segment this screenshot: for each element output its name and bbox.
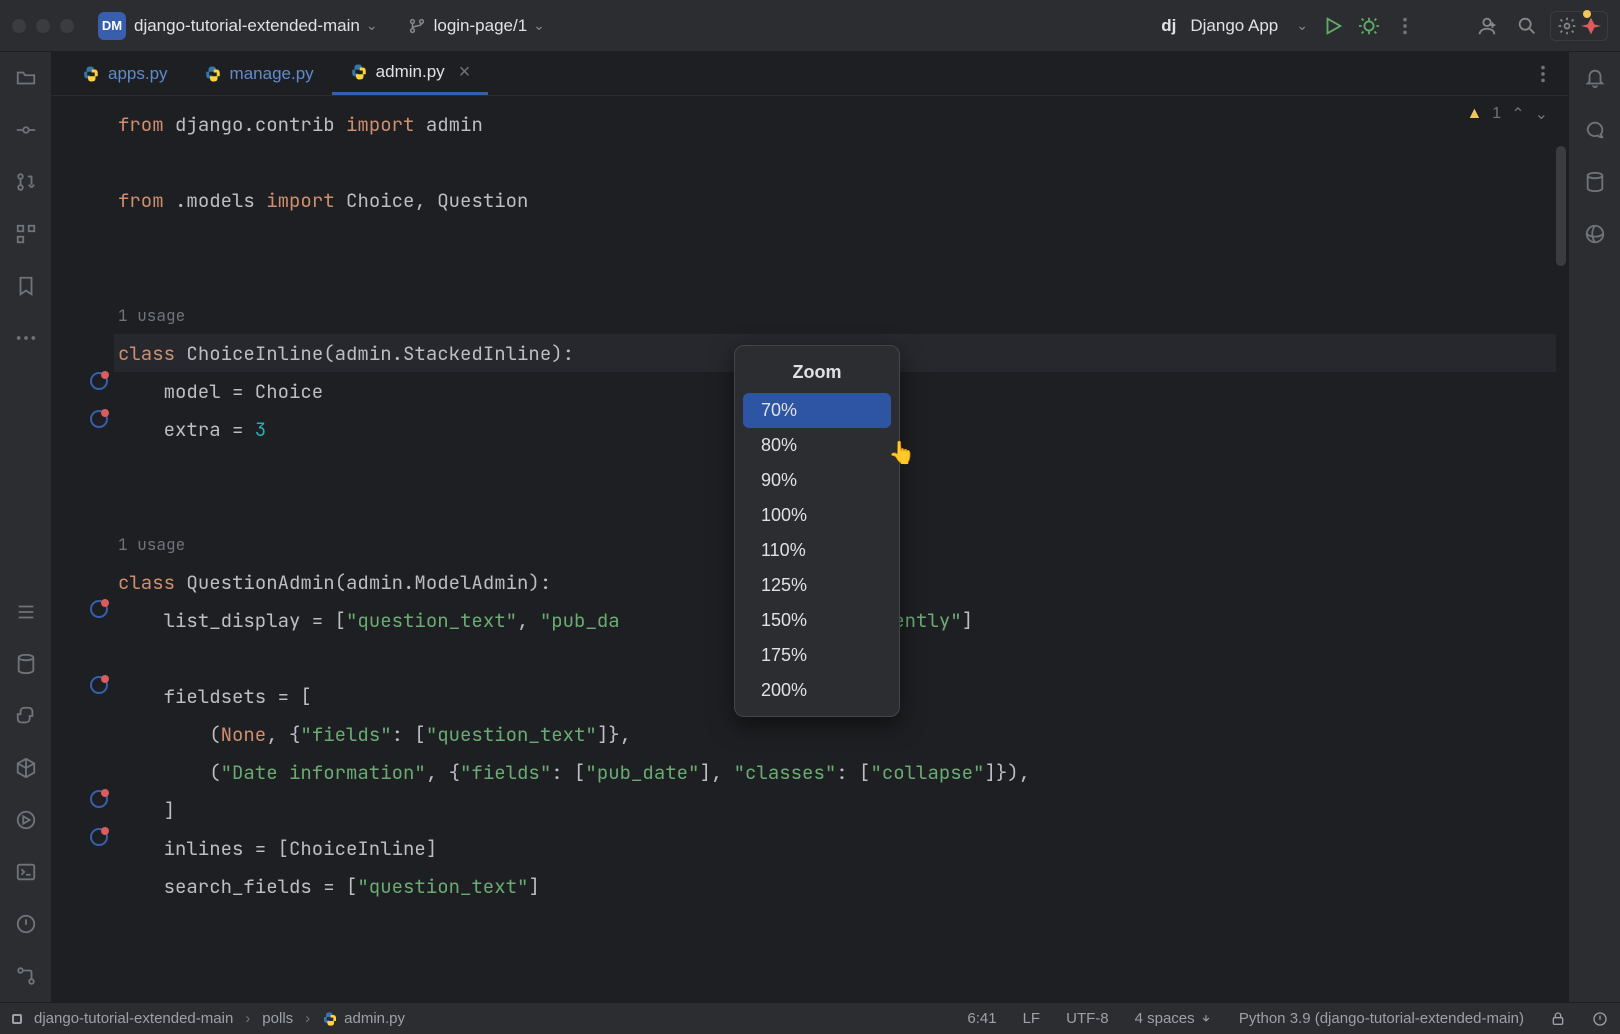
zoom-option-110[interactable]: 110%	[743, 533, 891, 568]
zoom-option-150[interactable]: 150%	[743, 603, 891, 638]
run-config-name[interactable]: Django App	[1190, 16, 1278, 36]
cursor-position[interactable]: 6:41	[967, 1010, 996, 1027]
endpoints-icon[interactable]	[1583, 222, 1607, 246]
chevron-down-icon[interactable]: ⌄	[1296, 17, 1308, 34]
project-tool-icon[interactable]	[14, 66, 38, 90]
zoom-option-175[interactable]: 175%	[743, 638, 891, 673]
tab-label: manage.py	[230, 64, 314, 84]
zoom-option-125[interactable]: 125%	[743, 568, 891, 603]
prev-highlight-icon[interactable]: ⌃	[1511, 104, 1524, 124]
ai-assistant-icon	[1581, 16, 1601, 36]
close-window[interactable]	[12, 19, 26, 33]
commit-tool-icon[interactable]	[14, 118, 38, 142]
warning-icon: ▲	[1466, 105, 1482, 123]
bookmarks-tool-icon[interactable]	[14, 274, 38, 298]
run-button[interactable]	[1322, 15, 1344, 37]
line-separator[interactable]: LF	[1023, 1010, 1041, 1027]
close-tab-icon[interactable]: ×	[459, 61, 471, 84]
project-name[interactable]: django-tutorial-extended-main	[134, 16, 360, 36]
branch-name[interactable]: login-page/1	[434, 16, 528, 36]
problems-status-icon[interactable]	[1592, 1011, 1608, 1027]
override-marker-icon[interactable]	[90, 372, 110, 392]
services-tool-icon[interactable]	[14, 808, 38, 832]
tab-label: admin.py	[376, 62, 445, 82]
structure-tool-icon[interactable]	[14, 222, 38, 246]
next-highlight-icon[interactable]: ⌄	[1535, 104, 1548, 124]
right-tool-rail	[1568, 52, 1620, 1002]
breadcrumb-root[interactable]: django-tutorial-extended-main	[34, 1010, 233, 1027]
maximize-window[interactable]	[60, 19, 74, 33]
notifications-icon[interactable]	[1583, 66, 1607, 90]
database-tool-icon[interactable]	[14, 652, 38, 676]
vcs-tool-icon[interactable]	[14, 964, 38, 988]
file-encoding[interactable]: UTF-8	[1066, 1010, 1109, 1027]
more-icon[interactable]	[1394, 15, 1416, 37]
terminal-tool-icon[interactable]	[14, 860, 38, 884]
zoom-option-100[interactable]: 100%	[743, 498, 891, 533]
zoom-popup-title: Zoom	[735, 354, 899, 393]
breadcrumb-file[interactable]: admin.py	[344, 1010, 405, 1027]
tab-admin[interactable]: admin.py ×	[332, 52, 489, 95]
editor-tabs: apps.py manage.py admin.py ×	[52, 52, 1568, 96]
packages-tool-icon[interactable]	[14, 756, 38, 780]
window-controls	[12, 19, 74, 33]
debug-button[interactable]	[1358, 15, 1380, 37]
python-file-icon	[204, 65, 222, 83]
tab-manage[interactable]: manage.py	[186, 52, 332, 95]
module-icon	[12, 1014, 22, 1024]
run-config-group: dj Django App ⌄	[1161, 15, 1416, 37]
tab-apps[interactable]: apps.py	[64, 52, 186, 95]
left-tool-rail	[0, 52, 52, 1002]
status-bar: django-tutorial-extended-main › polls › …	[0, 1002, 1620, 1034]
override-marker-icon[interactable]	[90, 676, 110, 696]
python-console-icon[interactable]	[14, 704, 38, 728]
zoom-option-80[interactable]: 80%	[743, 428, 891, 463]
project-badge: DM	[98, 12, 126, 40]
chevron-down-icon[interactable]: ⌄	[533, 17, 545, 34]
tabs-more-icon[interactable]	[1532, 63, 1554, 85]
more-tools-icon[interactable]	[14, 326, 38, 350]
ai-chat-icon[interactable]	[1583, 118, 1607, 142]
chevron-down-icon[interactable]: ⌄	[366, 17, 378, 34]
branch-icon	[408, 17, 426, 35]
breadcrumb-folder[interactable]: polls	[262, 1010, 293, 1027]
override-marker-icon[interactable]	[90, 600, 110, 620]
gutter	[52, 96, 114, 1002]
indent-setting[interactable]: 4 spaces	[1135, 1010, 1213, 1027]
python-interpreter[interactable]: Python 3.9 (django-tutorial-extended-mai…	[1239, 1010, 1524, 1027]
python-file-icon	[350, 63, 368, 81]
override-marker-icon[interactable]	[90, 410, 110, 430]
problems-tool-icon[interactable]	[14, 912, 38, 936]
database-right-icon[interactable]	[1583, 170, 1607, 194]
code-with-me-icon[interactable]	[1476, 15, 1498, 37]
lock-icon[interactable]	[1550, 1011, 1566, 1027]
python-file-icon	[82, 65, 100, 83]
gear-icon	[1557, 16, 1577, 36]
tab-label: apps.py	[108, 64, 168, 84]
override-marker-icon[interactable]	[90, 828, 110, 848]
zoom-popup: Zoom 70% 80% 90% 100% 110% 125% 150% 175…	[734, 345, 900, 717]
zoom-option-200[interactable]: 200%	[743, 673, 891, 708]
warning-count: 1	[1492, 105, 1501, 123]
inspection-widget[interactable]: ▲ 1 ⌃ ⌄	[1466, 104, 1548, 124]
settings-group[interactable]	[1550, 11, 1608, 41]
override-marker-icon[interactable]	[90, 790, 110, 810]
zoom-option-90[interactable]: 90%	[743, 463, 891, 498]
django-icon: dj	[1161, 16, 1176, 36]
zoom-option-70[interactable]: 70%	[743, 393, 891, 428]
todo-tool-icon[interactable]	[14, 600, 38, 624]
python-file-icon	[322, 1011, 338, 1027]
titlebar: DM django-tutorial-extended-main ⌄ login…	[0, 0, 1620, 52]
minimize-window[interactable]	[36, 19, 50, 33]
pull-requests-icon[interactable]	[14, 170, 38, 194]
search-icon[interactable]	[1516, 15, 1538, 37]
